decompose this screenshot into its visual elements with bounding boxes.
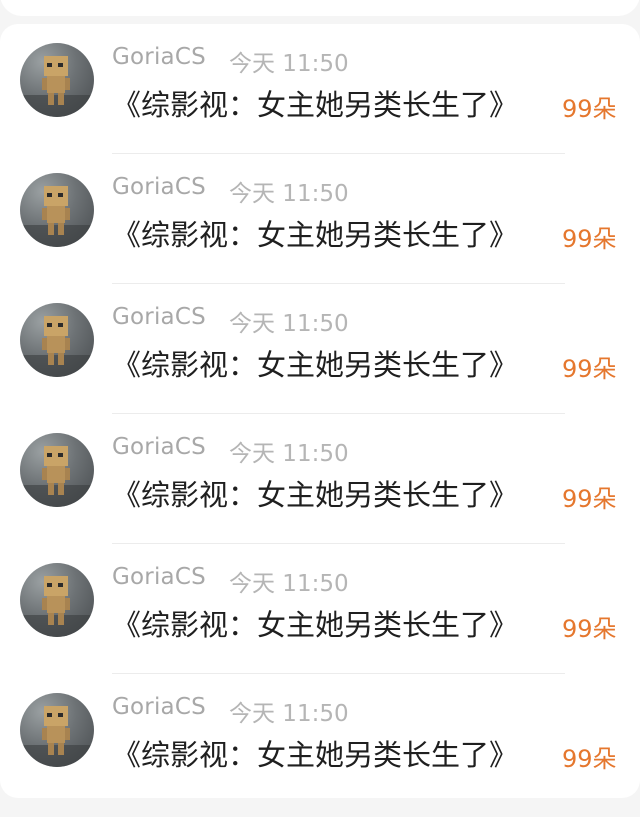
flower-count[interactable]: 99朵 bbox=[562, 349, 617, 384]
username[interactable]: GoriaCS bbox=[112, 564, 206, 590]
cardboard-robot-icon bbox=[20, 706, 94, 767]
username[interactable]: GoriaCS bbox=[112, 304, 206, 330]
username[interactable]: GoriaCS bbox=[112, 694, 206, 720]
comment-text: 《综影视：女主她另类长生了》 bbox=[112, 88, 519, 122]
comment-list: GoriaCS 今天 11:50 《综影视：女主她另类长生了》 99朵 Gori… bbox=[0, 24, 640, 798]
flower-count[interactable]: 99朵 bbox=[562, 219, 617, 254]
avatar[interactable] bbox=[20, 563, 94, 637]
username[interactable]: GoriaCS bbox=[112, 174, 206, 200]
comment-text: 《综影视：女主她另类长生了》 bbox=[112, 348, 519, 382]
timestamp: 今天 11:50 bbox=[229, 701, 349, 727]
previous-card-edge bbox=[0, 0, 640, 16]
timestamp: 今天 11:50 bbox=[229, 311, 349, 337]
comment-text: 《综影视：女主她另类长生了》 bbox=[112, 218, 519, 252]
username[interactable]: GoriaCS bbox=[112, 44, 206, 70]
flower-count[interactable]: 99朵 bbox=[562, 479, 617, 514]
comment-item[interactable]: GoriaCS 今天 11:50 《综影视：女主她另类长生了》 99朵 bbox=[0, 674, 640, 804]
comment-item[interactable]: GoriaCS 今天 11:50 《综影视：女主她另类长生了》 99朵 bbox=[0, 24, 640, 154]
avatar[interactable] bbox=[20, 433, 94, 507]
cardboard-robot-icon bbox=[20, 446, 94, 507]
timestamp: 今天 11:50 bbox=[229, 571, 349, 597]
comment-text: 《综影视：女主她另类长生了》 bbox=[112, 478, 519, 512]
flower-count[interactable]: 99朵 bbox=[562, 89, 617, 124]
comment-item[interactable]: GoriaCS 今天 11:50 《综影视：女主她另类长生了》 99朵 bbox=[0, 284, 640, 414]
flower-count[interactable]: 99朵 bbox=[562, 609, 617, 644]
avatar[interactable] bbox=[20, 173, 94, 247]
avatar[interactable] bbox=[20, 693, 94, 767]
avatar[interactable] bbox=[20, 43, 94, 117]
avatar[interactable] bbox=[20, 303, 94, 377]
comment-text: 《综影视：女主她另类长生了》 bbox=[112, 608, 519, 642]
comment-item[interactable]: GoriaCS 今天 11:50 《综影视：女主她另类长生了》 99朵 bbox=[0, 154, 640, 284]
username[interactable]: GoriaCS bbox=[112, 434, 206, 460]
timestamp: 今天 11:50 bbox=[229, 441, 349, 467]
comment-item[interactable]: GoriaCS 今天 11:50 《综影视：女主她另类长生了》 99朵 bbox=[0, 414, 640, 544]
flower-count[interactable]: 99朵 bbox=[562, 739, 617, 774]
cardboard-robot-icon bbox=[20, 316, 94, 377]
comment-text: 《综影视：女主她另类长生了》 bbox=[112, 738, 519, 772]
timestamp: 今天 11:50 bbox=[229, 51, 349, 77]
cardboard-robot-icon bbox=[20, 576, 94, 637]
cardboard-robot-icon bbox=[20, 56, 94, 117]
cardboard-robot-icon bbox=[20, 186, 94, 247]
timestamp: 今天 11:50 bbox=[229, 181, 349, 207]
comment-item[interactable]: GoriaCS 今天 11:50 《综影视：女主她另类长生了》 99朵 bbox=[0, 544, 640, 674]
comment-list-screen: GoriaCS 今天 11:50 《综影视：女主她另类长生了》 99朵 Gori… bbox=[0, 0, 640, 817]
